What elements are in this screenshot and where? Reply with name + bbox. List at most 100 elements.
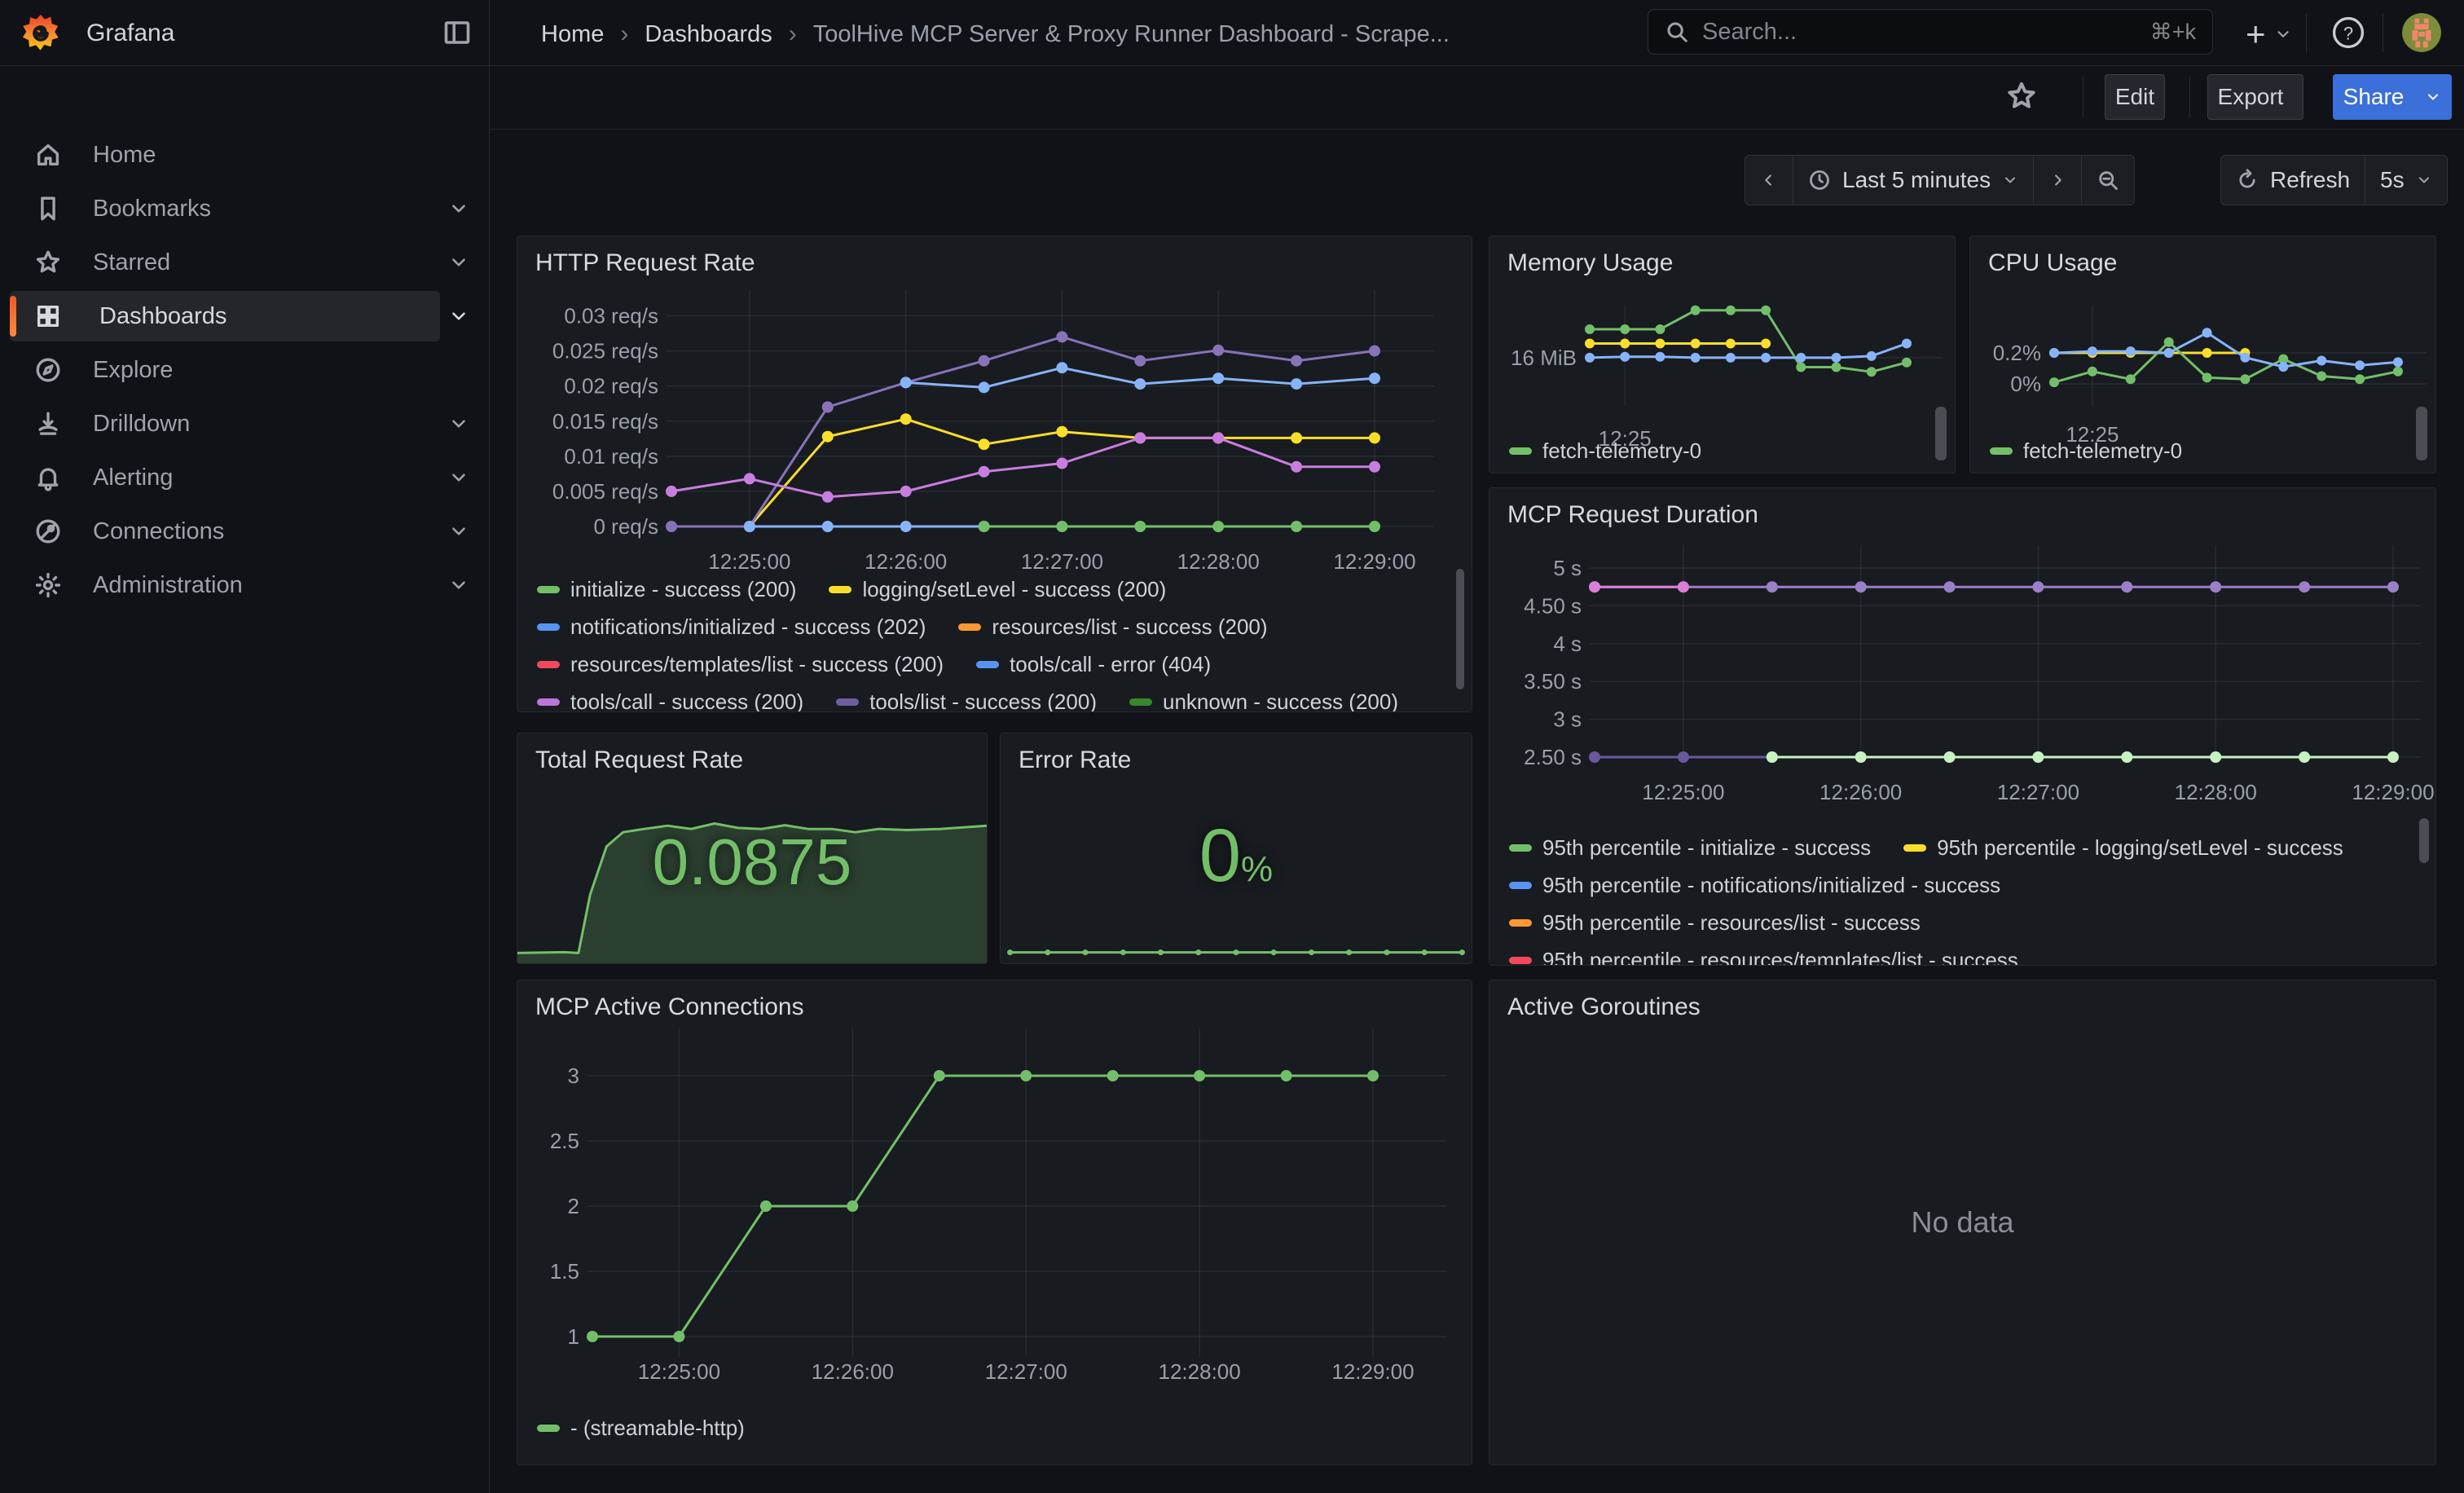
legend-item[interactable]: 95th percentile - notifications/initiali…: [1509, 873, 2000, 898]
dashboards-icon: [34, 302, 62, 330]
sidebar: Home Bookmarks Starred Dashboards Explor…: [0, 65, 489, 1493]
refresh-button[interactable]: Refresh: [2220, 155, 2365, 205]
cpu-legend: fetch-telemetry-0: [1990, 438, 2403, 473]
export-button[interactable]: Export: [2207, 74, 2303, 120]
legend-item[interactable]: fetch-telemetry-0: [1509, 438, 1701, 464]
http-legend: initialize - success (200) logging/setLev…: [537, 577, 1439, 712]
breadcrumb-home[interactable]: Home: [541, 21, 604, 48]
legend-swatch-icon: [537, 661, 560, 668]
memory-legend: fetch-telemetry-0: [1509, 438, 1922, 473]
sidebar-item-explore[interactable]: Explore: [10, 345, 440, 395]
share-dropdown-button[interactable]: [2414, 74, 2452, 120]
panel-title[interactable]: Error Rate: [1019, 746, 1131, 774]
svg-text:12:27:00: 12:27:00: [985, 1359, 1067, 1384]
star-icon: [2005, 80, 2038, 112]
svg-text:12:25:00: 12:25:00: [1642, 780, 1724, 804]
legend-item[interactable]: resources/templates/list - success (200): [537, 652, 944, 677]
plus-icon: +: [2246, 15, 2266, 54]
legend-item[interactable]: tools/call - error (404): [976, 652, 1211, 677]
legend-label: resources/list - success (200): [992, 614, 1267, 640]
zoom-out-button[interactable]: [2082, 155, 2135, 205]
chevron-down-icon[interactable]: [448, 198, 469, 219]
panel-memory-usage: Memory Usage 12:2516 MiB fetch-telemetry…: [1489, 236, 1956, 473]
time-shift-back-button[interactable]: [1745, 155, 1793, 205]
sidebar-item-alerting[interactable]: Alerting: [10, 452, 440, 503]
app-title: Grafana: [86, 20, 174, 47]
search-input[interactable]: Search... ⌘+k: [1648, 9, 2213, 55]
legend-item[interactable]: tools/call - success (200): [537, 689, 803, 712]
legend-item[interactable]: 95th percentile - resources/list - succe…: [1509, 910, 1921, 936]
time-shift-forward-button[interactable]: [2034, 155, 2082, 205]
legend-item[interactable]: initialize - success (200): [537, 577, 796, 602]
panel-title[interactable]: HTTP Request Rate: [535, 249, 755, 277]
legend-scrollbar[interactable]: [1456, 569, 1464, 689]
search-placeholder: Search...: [1702, 19, 2137, 46]
time-range-picker[interactable]: Last 5 minutes: [1793, 155, 2034, 205]
sidebar-item-home[interactable]: Home: [10, 130, 440, 180]
legend-item[interactable]: - (streamable-http): [537, 1416, 745, 1441]
stat-value: 0.0875: [517, 825, 987, 900]
legend-item[interactable]: notifications/initialized - success (202…: [537, 614, 926, 640]
chevron-down-icon[interactable]: [448, 575, 469, 596]
sidebar-item-drilldown[interactable]: Drilldown: [10, 399, 440, 449]
bookmark-icon: [34, 195, 62, 222]
chevron-down-icon[interactable]: [448, 521, 469, 542]
legend-label: 95th percentile - notifications/initiali…: [1542, 873, 2000, 898]
legend-item[interactable]: unknown - success (200): [1129, 689, 1398, 712]
svg-text:12:29:00: 12:29:00: [1333, 549, 1415, 574]
sidebar-item-connections[interactable]: Connections: [10, 506, 440, 557]
star-dashboard-button[interactable]: [2005, 80, 2038, 112]
svg-text:0.025 req/s: 0.025 req/s: [552, 339, 658, 363]
breadcrumb-dashboards[interactable]: Dashboards: [645, 21, 772, 48]
panel-title[interactable]: MCP Request Duration: [1507, 501, 1758, 529]
divider: [2189, 77, 2190, 117]
refresh-interval-picker[interactable]: 5s: [2365, 155, 2448, 205]
sidebar-toggle-icon[interactable]: [442, 18, 473, 49]
legend-item[interactable]: tools/list - success (200): [836, 689, 1097, 712]
legend-scrollbar[interactable]: [1935, 407, 1947, 460]
chevron-down-icon[interactable]: [448, 413, 469, 434]
legend-item[interactable]: logging/setLevel - success (200): [829, 577, 1166, 602]
legend-swatch-icon: [537, 623, 560, 631]
chevron-down-icon[interactable]: [448, 467, 469, 488]
legend-label: notifications/initialized - success (202…: [570, 614, 926, 640]
mcp-active-connections-chart[interactable]: 12:25:0012:26:0012:27:0012:28:0012:29:00…: [517, 980, 1472, 1464]
svg-text:1: 1: [568, 1324, 579, 1349]
no-data-message: No data: [1489, 980, 2435, 1464]
sidebar-item-dashboards[interactable]: Dashboards: [10, 291, 440, 341]
help-button[interactable]: ?: [2330, 15, 2366, 53]
panel-title[interactable]: Memory Usage: [1507, 249, 1673, 277]
add-button[interactable]: +: [2246, 15, 2292, 54]
avatar[interactable]: [2402, 13, 2441, 52]
legend-item[interactable]: 95th percentile - logging/setLevel - suc…: [1903, 835, 2343, 861]
top-bar: Grafana Home › Dashboards › ToolHive MCP…: [0, 0, 2464, 66]
legend-swatch-icon: [1129, 698, 1152, 706]
legend-label: 95th percentile - resources/list - succe…: [1542, 910, 1921, 936]
panel-title[interactable]: MCP Active Connections: [535, 993, 804, 1021]
panel-title[interactable]: CPU Usage: [1988, 249, 2117, 277]
legend-label: unknown - success (200): [1163, 689, 1398, 712]
sidebar-item-bookmarks[interactable]: Bookmarks: [10, 183, 440, 234]
chevron-down-icon[interactable]: [448, 252, 469, 273]
panel-title[interactable]: Total Request Rate: [535, 746, 743, 774]
search-icon: [1665, 20, 1689, 44]
chevron-down-icon[interactable]: [448, 306, 469, 327]
legend-item[interactable]: fetch-telemetry-0: [1990, 438, 2182, 464]
legend-item[interactable]: 95th percentile - initialize - success: [1509, 835, 1871, 861]
svg-text:3.50 s: 3.50 s: [1524, 669, 1582, 694]
edit-button[interactable]: Edit: [2105, 74, 2165, 120]
chevron-right-icon: [2048, 171, 2066, 189]
panel-title[interactable]: Active Goroutines: [1507, 993, 1701, 1021]
legend-item[interactable]: 95th percentile - resources/templates/li…: [1509, 948, 2018, 966]
svg-text:2.5: 2.5: [550, 1129, 579, 1153]
breadcrumb-current-dashboard: ToolHive MCP Server & Proxy Runner Dashb…: [813, 21, 1450, 48]
share-button[interactable]: Share: [2333, 74, 2414, 120]
grafana-logo: [21, 13, 60, 52]
legend-item[interactable]: resources/list - success (200): [958, 614, 1267, 640]
sidebar-item-administration[interactable]: Administration: [10, 560, 440, 610]
svg-text:0.005 req/s: 0.005 req/s: [552, 479, 658, 504]
legend-scrollbar[interactable]: [2419, 818, 2429, 863]
svg-text:12:27:00: 12:27:00: [1021, 549, 1103, 574]
legend-scrollbar[interactable]: [2416, 407, 2427, 460]
sidebar-item-starred[interactable]: Starred: [10, 237, 440, 288]
